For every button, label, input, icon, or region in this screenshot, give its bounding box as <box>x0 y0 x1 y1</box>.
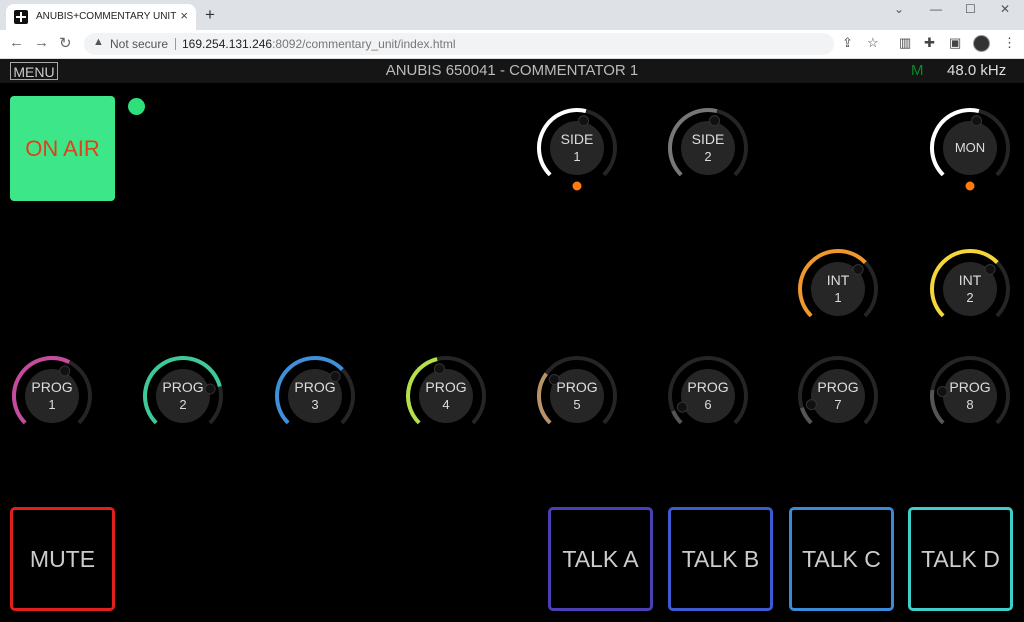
talk-b-button[interactable]: TALK B <box>668 507 773 611</box>
prog-8-knob-graphic <box>930 356 1010 425</box>
unit-title: ANUBIS 650041 - COMMENTATOR 1 <box>385 62 639 79</box>
prog-7-knob[interactable]: PROG 7 <box>796 354 880 438</box>
back-icon[interactable]: ← <box>9 34 24 51</box>
talk-d-button[interactable]: TALK D <box>908 507 1013 611</box>
prog-7-knob-face <box>811 369 865 423</box>
prog-4-knob[interactable]: PROG 4 <box>404 354 488 438</box>
mon-knob[interactable]: MON <box>928 106 1012 191</box>
prog-6-pointer-icon <box>676 401 688 413</box>
maximize-icon[interactable]: ☐ <box>965 2 976 16</box>
chevron-down-icon[interactable]: ⌄ <box>894 2 904 16</box>
prog-4-pointer-icon <box>433 363 445 375</box>
anubis-favicon-icon <box>14 10 28 24</box>
side-1-knob[interactable]: SIDE 1 <box>535 106 619 191</box>
close-tab-icon[interactable]: × <box>180 8 188 23</box>
url-host: 169.254.131.246 <box>182 37 273 51</box>
share-icon[interactable]: ⇪ <box>842 35 853 51</box>
prog-1-knob-face <box>25 369 79 423</box>
prog-8-knob[interactable]: PROG 8 <box>928 354 1012 438</box>
prog-5-level-arc <box>537 372 552 425</box>
int-2-pointer-icon <box>984 264 996 276</box>
int-2-knob-graphic <box>930 249 1010 318</box>
url-path: :8092/commentary_unit/index.html <box>272 37 456 51</box>
prog-3-knob-graphic <box>275 356 355 425</box>
mute-button[interactable]: MUTE <box>10 507 115 611</box>
prog-3-pointer-icon <box>329 371 341 383</box>
prog-6-knob-graphic <box>668 356 748 425</box>
more-menu-icon[interactable]: ⋮ <box>1003 35 1016 51</box>
browser-toolbar: ← → ↻ ▲ Not secure 169.254.131.246:8092/… <box>0 30 1024 59</box>
app-header: MENU ANUBIS 650041 - COMMENTATOR 1 M 48.… <box>0 59 1024 83</box>
browser-tab-bar: ANUBIS+COMMENTARY UNIT × + ⌄ — ☐ ✕ <box>0 0 1024 30</box>
side-1-pointer-icon <box>578 115 590 127</box>
side-2-knob-face <box>681 121 735 175</box>
prog-7-knob-graphic <box>798 356 878 425</box>
forward-icon[interactable]: → <box>34 34 49 51</box>
not-secure-label: Not secure <box>110 37 169 51</box>
talk-a-button[interactable]: TALK A <box>548 507 653 611</box>
prog-3-knob[interactable]: PROG 3 <box>273 354 357 438</box>
extensions-icon[interactable]: ✚ <box>924 35 935 51</box>
int-1-pointer-icon <box>852 264 864 276</box>
prog-6-knob[interactable]: PROG 6 <box>666 354 750 438</box>
prog-5-pointer-icon <box>548 374 560 386</box>
tab-title: ANUBIS+COMMENTARY UNIT <box>36 11 177 22</box>
bookmark-star-icon[interactable]: ☆ <box>867 35 879 51</box>
reload-icon[interactable]: ↻ <box>59 34 72 52</box>
prog-1-pointer-icon <box>59 365 71 377</box>
profile-avatar[interactable] <box>973 35 990 52</box>
prog-6-knob-face <box>681 369 735 423</box>
prog-5-knob-graphic <box>537 356 617 425</box>
prog-8-knob-face <box>943 369 997 423</box>
prog-4-knob-face <box>419 369 473 423</box>
side-panel-icon[interactable]: ▣ <box>949 35 961 51</box>
prog-2-knob-graphic <box>143 356 223 425</box>
side-2-pointer-icon <box>709 115 721 127</box>
prog-1-knob-graphic <box>12 356 92 425</box>
side-1-knob-graphic <box>537 108 617 191</box>
browser-tab[interactable]: ANUBIS+COMMENTARY UNIT × <box>6 4 196 30</box>
int-1-knob-graphic <box>798 249 878 318</box>
side-1-knob-face <box>550 121 604 175</box>
mon-status-dot-icon <box>965 181 975 191</box>
address-bar[interactable]: ▲ Not secure 169.254.131.246:8092/commen… <box>84 33 834 55</box>
url-text: 169.254.131.246:8092/commentary_unit/ind… <box>182 37 456 51</box>
talk-c-button[interactable]: TALK C <box>789 507 894 611</box>
prog-8-pointer-icon <box>936 386 948 398</box>
new-tab-icon[interactable]: + <box>205 5 215 25</box>
side-2-knob-graphic <box>668 108 748 177</box>
mon-pointer-icon <box>971 115 983 127</box>
prog-6-level-arc <box>671 410 683 425</box>
prog-1-knob[interactable]: PROG 1 <box>10 354 94 438</box>
prog-7-pointer-icon <box>805 399 817 411</box>
sample-rate: 48.0 kHz <box>947 62 1007 79</box>
prog-2-pointer-icon <box>204 383 216 395</box>
prog-2-knob[interactable]: PROG 2 <box>141 354 225 438</box>
mon-knob-graphic <box>930 108 1010 191</box>
side-2-knob[interactable]: SIDE 2 <box>666 106 750 190</box>
side-1-status-dot-icon <box>572 181 582 191</box>
prog-2-knob-face <box>156 369 210 423</box>
mon-knob-face <box>943 121 997 175</box>
warning-icon: ▲ <box>93 36 104 48</box>
window-close-icon[interactable]: ✕ <box>1000 2 1010 16</box>
prog-5-knob[interactable]: PROG 5 <box>535 354 619 438</box>
on-air-button[interactable]: ON AIR <box>10 96 115 201</box>
m-indicator: M <box>911 62 924 79</box>
int-2-knob[interactable]: INT 2 <box>928 247 1012 331</box>
status-led-icon <box>128 98 145 115</box>
reading-list-icon[interactable]: ▥ <box>899 35 911 51</box>
prog-7-level-arc <box>799 407 813 425</box>
minimize-icon[interactable]: — <box>930 2 942 16</box>
divider <box>175 38 176 50</box>
prog-4-knob-graphic <box>406 356 486 425</box>
int-1-knob[interactable]: INT 1 <box>796 247 880 331</box>
